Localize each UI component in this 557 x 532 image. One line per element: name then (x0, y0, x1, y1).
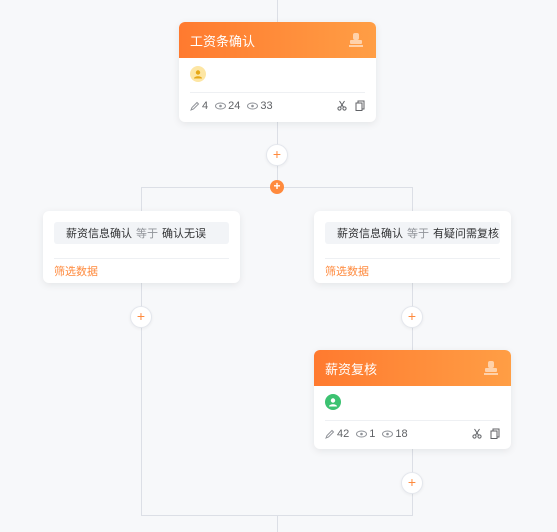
add-branch-button[interactable]: + (270, 180, 284, 194)
connector-line (141, 187, 142, 211)
condition-branch-left[interactable]: 薪资信息确认 等于 确认无误 筛选数据 (43, 211, 240, 283)
node-stats: 42 1 18 (325, 428, 411, 440)
stamp-icon (349, 33, 363, 47)
avatar (190, 66, 206, 82)
node-title: 薪资复核 (325, 361, 378, 377)
eye-icon (247, 102, 259, 109)
node-tools (472, 428, 500, 439)
condition-rule: 薪资信息确认 等于 有疑问需复核 (325, 222, 500, 244)
node-stats: 4 24 33 (190, 100, 276, 112)
condition-value: 确认无误 (162, 228, 206, 240)
approval-node-salary-slip[interactable]: 工资条确认 4 24 33 (179, 22, 376, 122)
filter-data-link[interactable]: 筛选数据 (325, 259, 500, 283)
node-tools (337, 100, 365, 111)
node-footer: 42 1 18 (325, 420, 500, 446)
condition-operator: 等于 (136, 228, 158, 240)
edit-count: 4 (190, 100, 208, 112)
flow-canvas: 工资条确认 4 24 33 + + 薪资信息确认 等于 确认无误 筛选数据 薪资… (0, 0, 557, 532)
condition-branch-right[interactable]: 薪资信息确认 等于 有疑问需复核 筛选数据 (314, 211, 511, 283)
avatar (325, 394, 341, 410)
connector-line (277, 0, 278, 22)
node-header: 工资条确认 (179, 22, 376, 58)
node-footer: 4 24 33 (190, 92, 365, 118)
edit-icon (325, 429, 335, 439)
user-icon (329, 398, 337, 407)
stamp-icon (484, 361, 498, 375)
condition-operator: 等于 (407, 228, 429, 240)
user-icon (194, 70, 202, 79)
add-node-button[interactable]: + (401, 472, 423, 494)
copy-icon[interactable] (355, 100, 365, 111)
connector-line (277, 515, 278, 532)
add-node-button[interactable]: + (266, 144, 288, 166)
eye-icon (382, 430, 394, 437)
condition-rule: 薪资信息确认 等于 确认无误 (54, 222, 229, 244)
view-count: 1 (356, 428, 375, 440)
condition-field: 薪资信息确认 (337, 228, 403, 240)
approval-node-salary-review[interactable]: 薪资复核 42 1 18 (314, 350, 511, 449)
scissors-icon[interactable] (472, 428, 482, 439)
edit-icon (190, 101, 200, 111)
copy-icon[interactable] (490, 428, 500, 439)
add-node-button[interactable]: + (401, 306, 423, 328)
connector-line (412, 187, 413, 211)
view-count: 18 (382, 428, 408, 440)
edit-count: 42 (325, 428, 349, 440)
condition-field: 薪资信息确认 (66, 228, 132, 240)
add-node-button[interactable]: + (130, 306, 152, 328)
eye-icon (356, 430, 368, 437)
eye-icon (215, 102, 227, 109)
scissors-icon[interactable] (337, 100, 347, 111)
node-title: 工资条确认 (190, 33, 256, 49)
node-body (179, 58, 376, 82)
view-count: 24 (215, 100, 240, 112)
node-header: 薪资复核 (314, 350, 511, 386)
condition-value: 有疑问需复核 (433, 228, 499, 240)
view-count: 33 (247, 100, 273, 112)
node-body (314, 386, 511, 410)
filter-data-link[interactable]: 筛选数据 (54, 259, 229, 283)
